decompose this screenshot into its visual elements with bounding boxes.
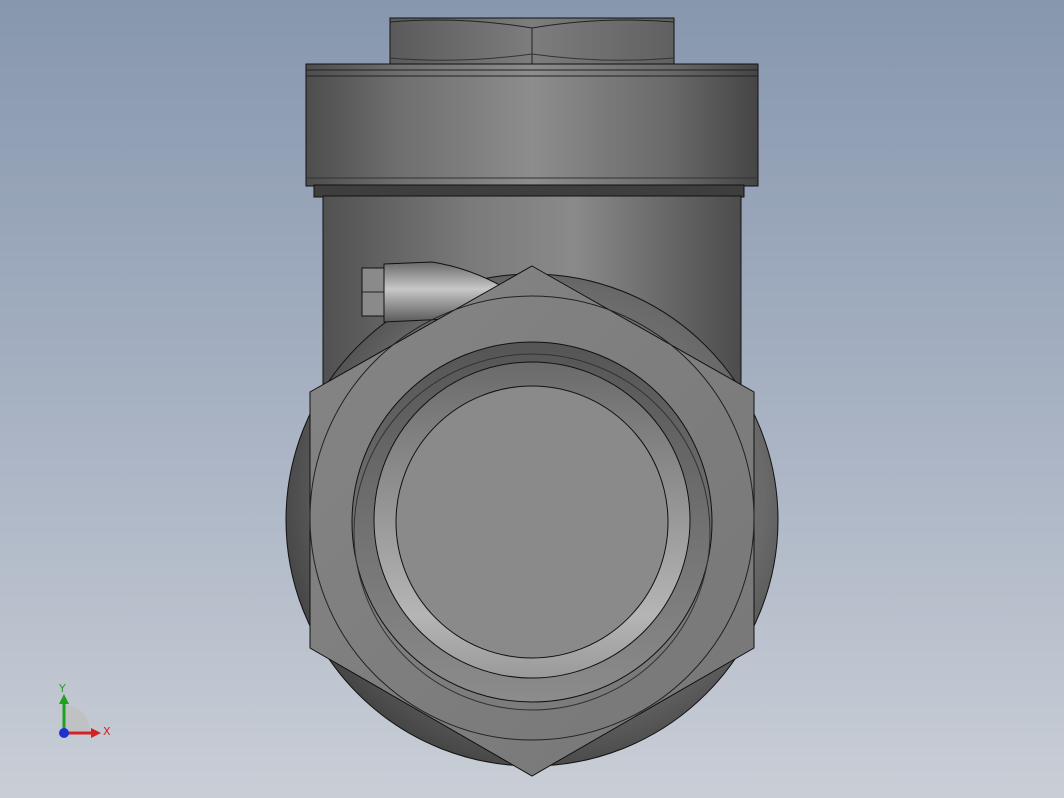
triad-plane-icon <box>64 705 90 731</box>
x-axis-arrowhead <box>91 728 101 738</box>
z-axis-dot <box>59 728 69 738</box>
top-hex-nut[interactable] <box>389 17 675 65</box>
cad-model-view[interactable]: Y X <box>0 0 1064 798</box>
graphics-area[interactable]: Y X <box>0 0 1064 798</box>
y-axis-label: Y <box>58 682 66 695</box>
x-axis-label: X <box>103 725 111 738</box>
coordinate-triad: Y X <box>58 682 111 738</box>
y-axis-arrowhead <box>59 694 69 704</box>
bonnet-cap[interactable] <box>305 63 759 198</box>
